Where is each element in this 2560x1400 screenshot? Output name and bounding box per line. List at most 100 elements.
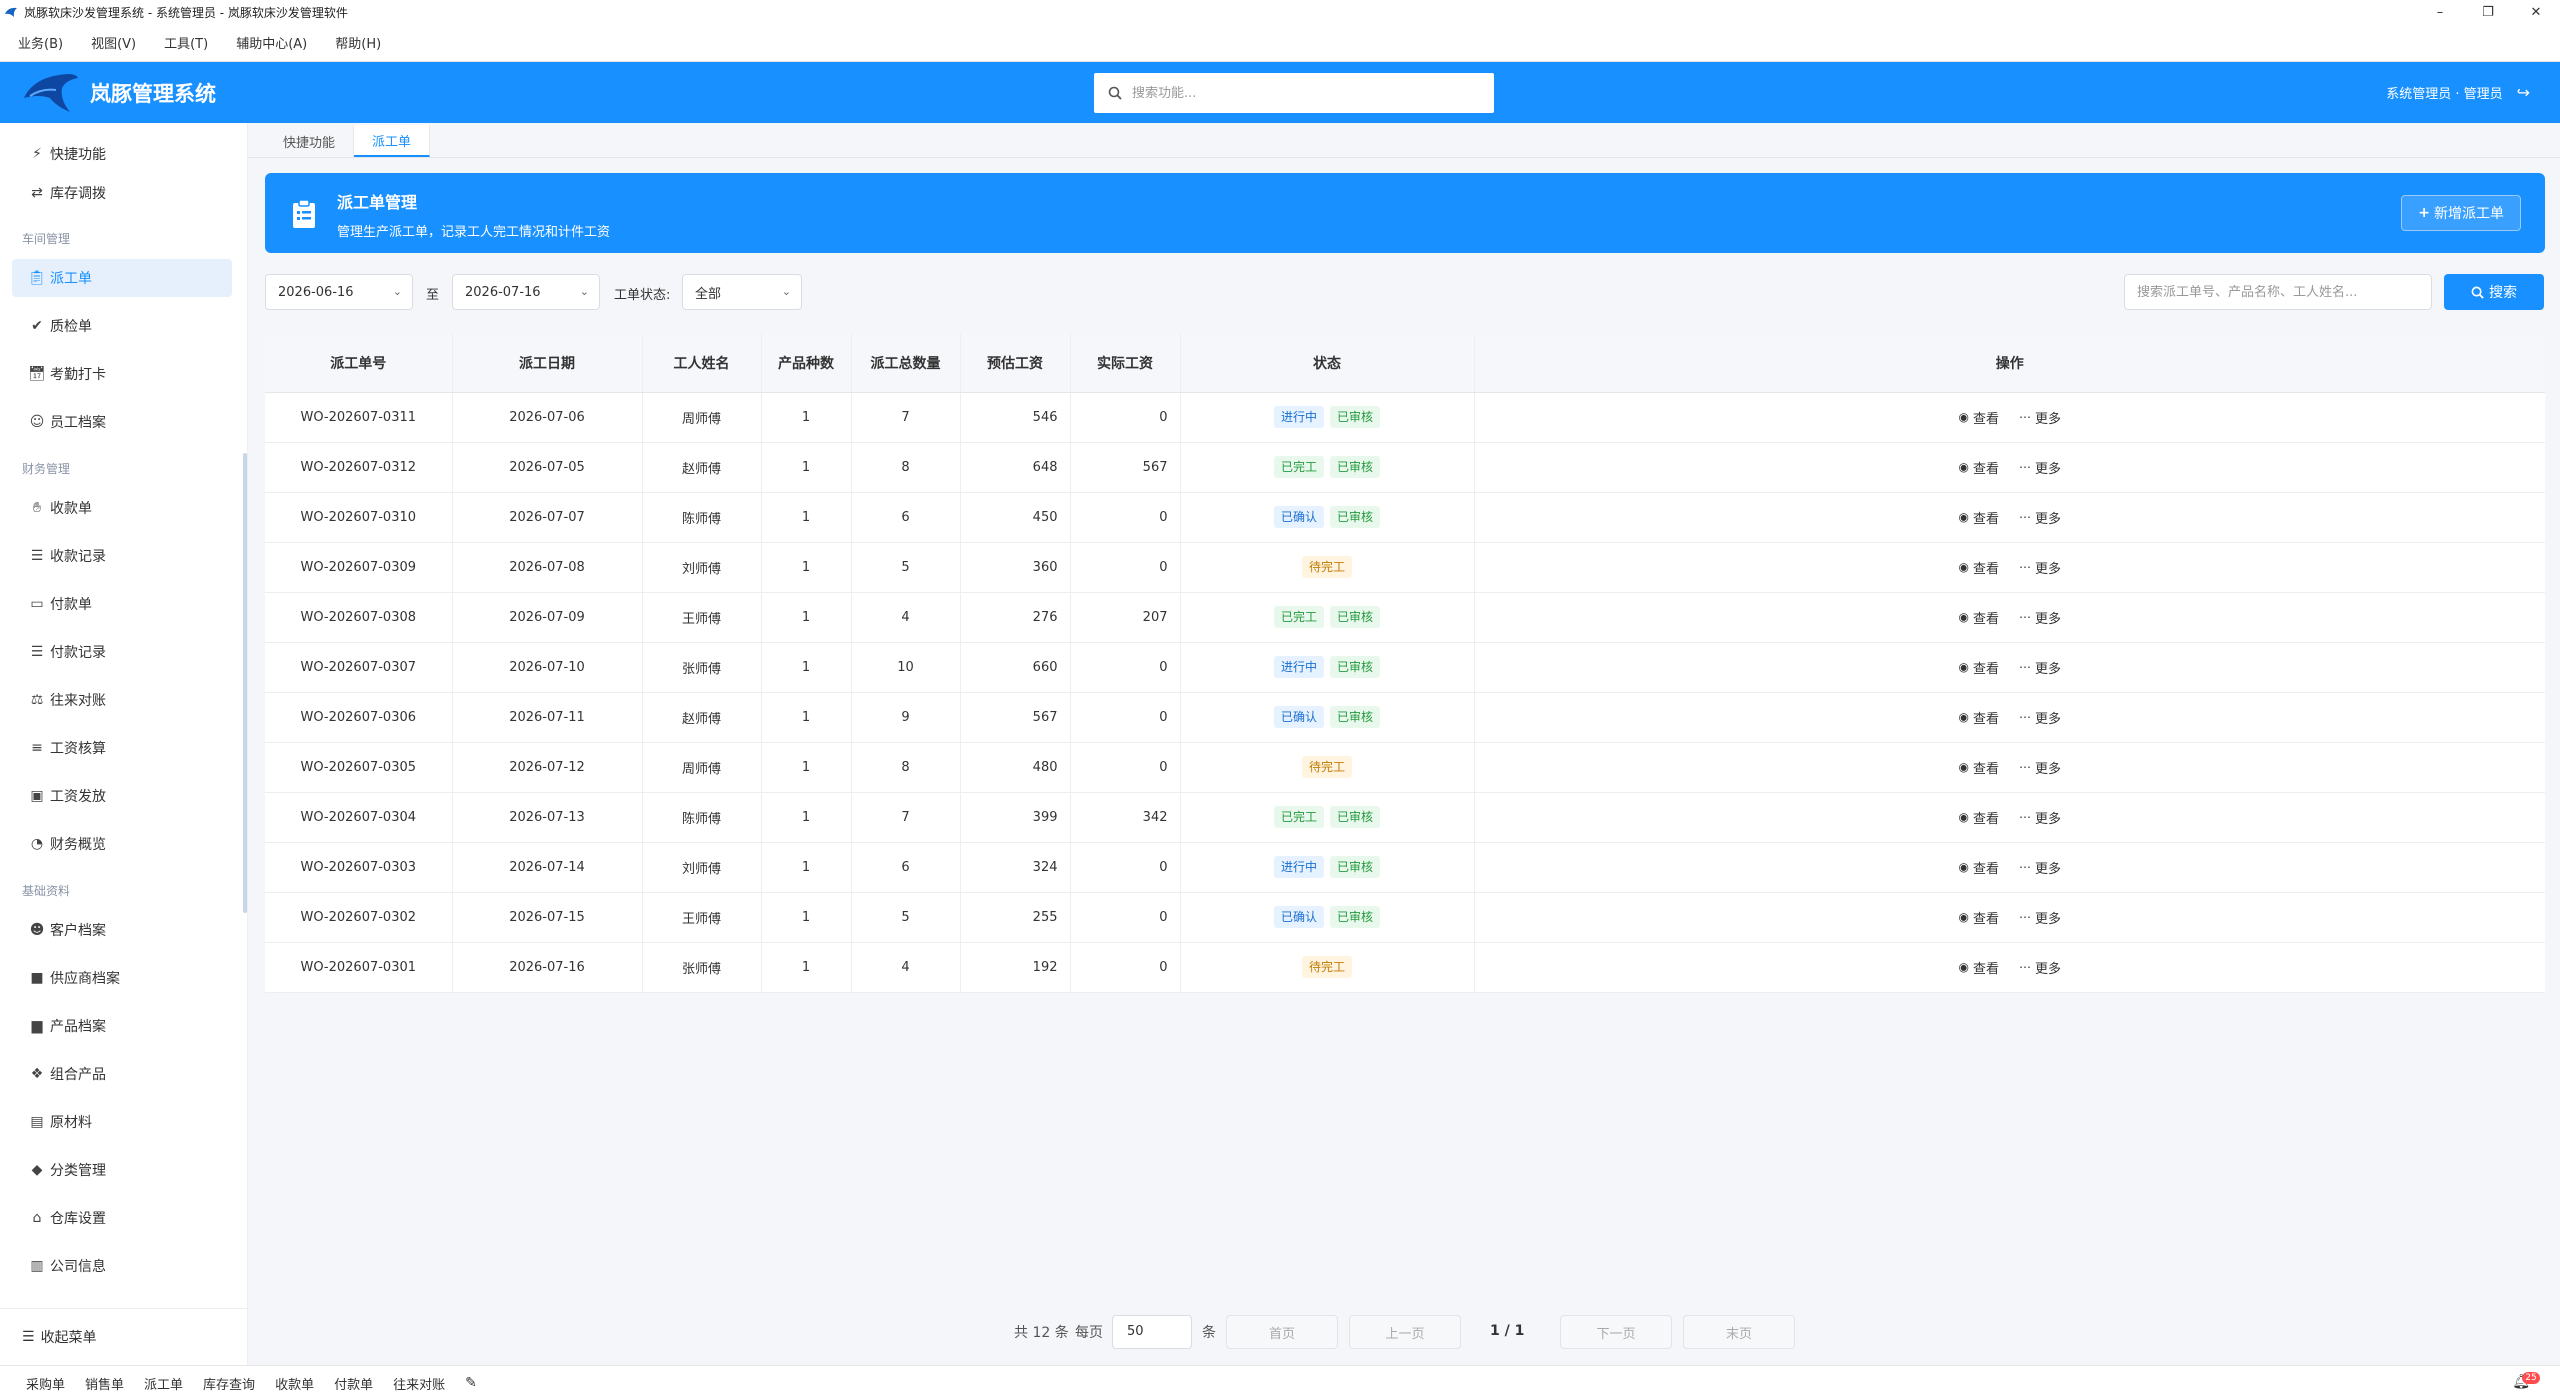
view-button[interactable]: ◉ 查看 [1958, 658, 1999, 677]
sidebar-item-receipt-records[interactable]: ☰ 收款记录 [12, 537, 232, 575]
table-row[interactable]: WO-202607-0309 2026-07-08 刘师傅 1 5 360 0 待完工 ◉ 查看 ⋯… [265, 542, 2545, 593]
new-dispatch-button[interactable]: + 新增派工单 [2401, 195, 2521, 231]
footer-purchase[interactable]: 采购单 [26, 1374, 65, 1393]
col-header-kinds[interactable]: 产品种数 [761, 334, 852, 393]
sidebar-item-bundles[interactable]: ❖ 组合产品 [12, 1055, 232, 1093]
sidebar-item-quick[interactable]: ⚡︎ 快捷功能 [12, 135, 232, 173]
view-button[interactable]: ◉ 查看 [1958, 858, 1999, 877]
col-header-worker[interactable]: 工人姓名 [642, 334, 762, 393]
menu-view[interactable]: 视图(V) [91, 33, 136, 52]
sidebar-item-company[interactable]: ▥ 公司信息 [12, 1247, 232, 1285]
view-button[interactable]: ◉ 查看 [1958, 408, 1999, 427]
sidebar-item-categories[interactable]: ◆ 分类管理 [12, 1151, 232, 1189]
sidebar-scrollbar[interactable] [243, 453, 247, 913]
menu-help[interactable]: 帮助(H) [335, 33, 381, 52]
search-button[interactable]: 搜索 [2444, 274, 2544, 310]
col-header-date[interactable]: 派工日期 [452, 334, 643, 393]
sidebar-item-payment-records[interactable]: ☰ 付款记录 [12, 633, 232, 671]
col-header-qty[interactable]: 派工总数量 [851, 334, 961, 393]
view-button[interactable]: ◉ 查看 [1958, 808, 1999, 827]
function-search[interactable] [1094, 73, 1494, 113]
table-row[interactable]: WO-202607-0304 2026-07-13 陈师傅 1 7 399 342 已完工 已审… [265, 792, 2545, 843]
edit-shortcuts-icon[interactable]: ✎ [465, 1375, 477, 1391]
restore-button[interactable]: ❐ [2464, 0, 2512, 24]
table-row[interactable]: WO-202607-0301 2026-07-16 张师傅 1 4 192 0 待完工 ◉ 查看 ⋯… [265, 942, 2545, 993]
table-row[interactable]: WO-202607-0308 2026-07-09 王师傅 1 4 276 207 已完工 已审… [265, 592, 2545, 643]
footer-sales[interactable]: 销售单 [85, 1374, 124, 1393]
sidebar-item-suppliers[interactable]: ■ 供应商档案 [12, 959, 232, 997]
date-from-picker[interactable]: 2026-06-16 ⌄ [265, 274, 413, 310]
tab-dispatch[interactable]: 派工单 [354, 125, 431, 157]
tab-quick[interactable]: 快捷功能 [265, 125, 355, 157]
status-filter-select[interactable]: 全部 ⌄ [682, 274, 802, 310]
more-button[interactable]: ⋯ 更多 [2019, 558, 2061, 577]
prev-page-button[interactable]: 上一页 [1349, 1315, 1461, 1349]
table-row[interactable]: WO-202607-0305 2026-07-12 周师傅 1 8 480 0 待完工 ◉ 查看 ⋯… [265, 742, 2545, 793]
sidebar-item-receipt[interactable]: ✋︎ 收款单 [12, 489, 232, 527]
view-button[interactable]: ◉ 查看 [1958, 908, 1999, 927]
table-row[interactable]: WO-202607-0303 2026-07-14 刘师傅 1 6 324 0 进行中 已审核 ◉… [265, 842, 2545, 893]
sidebar-item-quality[interactable]: ✔ 质检单 [12, 307, 232, 345]
sidebar-item-materials[interactable]: ▤ 原材料 [12, 1103, 232, 1141]
sidebar-item-customers[interactable]: ☻ 客户档案 [12, 911, 232, 949]
table-row[interactable]: WO-202607-0302 2026-07-15 王师傅 1 5 255 0 已确认 已审核 ◉… [265, 892, 2545, 943]
view-button[interactable]: ◉ 查看 [1958, 458, 1999, 477]
sidebar-item-attendance[interactable]: 📅︎ 考勤打卡 [12, 355, 232, 393]
view-button[interactable]: ◉ 查看 [1958, 758, 1999, 777]
sidebar-item-dispatch[interactable]: 📋︎ 派工单 [12, 259, 232, 297]
table-row[interactable]: WO-202607-0306 2026-07-11 赵师傅 1 9 567 0 已确认 已审核 ◉… [265, 692, 2545, 743]
table-row[interactable]: WO-202607-0311 2026-07-06 周师傅 1 7 546 0 进行中 已审核 ◉… [265, 392, 2545, 443]
sidebar-item-reconcile[interactable]: ⚖ 往来对账 [12, 681, 232, 719]
per-page-input[interactable]: 50 [1112, 1315, 1192, 1349]
more-button[interactable]: ⋯ 更多 [2019, 808, 2061, 827]
keyword-search-input[interactable] [2137, 284, 2427, 300]
more-button[interactable]: ⋯ 更多 [2019, 708, 2061, 727]
sidebar-item-payroll[interactable]: ≡ 工资核算 [12, 729, 232, 767]
sidebar-item-products[interactable]: ▆ 产品档案 [12, 1007, 232, 1045]
logout-icon[interactable]: ↪ [2517, 83, 2530, 102]
col-header-id[interactable]: 派工单号 [265, 334, 453, 393]
keyword-search-field[interactable] [2124, 274, 2432, 310]
more-button[interactable]: ⋯ 更多 [2019, 508, 2061, 527]
date-to-picker[interactable]: 2026-07-16 ⌄ [452, 274, 600, 310]
more-button[interactable]: ⋯ 更多 [2019, 608, 2061, 627]
more-button[interactable]: ⋯ 更多 [2019, 958, 2061, 977]
close-button[interactable]: ✕ [2512, 0, 2560, 24]
minimize-button[interactable]: – [2416, 0, 2464, 24]
sidebar-item-transfer[interactable]: ⇄ 库存调拨 [12, 174, 232, 212]
view-button[interactable]: ◉ 查看 [1958, 708, 1999, 727]
table-row[interactable]: WO-202607-0312 2026-07-05 赵师傅 1 8 648 567 已完工 已审… [265, 442, 2545, 493]
last-page-button[interactable]: 末页 [1683, 1315, 1795, 1349]
more-button[interactable]: ⋯ 更多 [2019, 858, 2061, 877]
sidebar-item-finance-overview[interactable]: ◔ 财务概览 [12, 825, 232, 863]
menu-business[interactable]: 业务(B) [18, 33, 63, 52]
table-row[interactable]: WO-202607-0307 2026-07-10 张师傅 1 10 660 0 进行中 已审核… [265, 642, 2545, 693]
footer-inventory[interactable]: 库存查询 [203, 1374, 255, 1393]
view-button[interactable]: ◉ 查看 [1958, 558, 1999, 577]
col-header-actual-wage[interactable]: 实际工资 [1070, 334, 1181, 393]
col-header-status[interactable]: 状态 [1180, 334, 1475, 393]
footer-reconcile[interactable]: 往来对账 [393, 1374, 445, 1393]
menu-assist[interactable]: 辅助中心(A) [236, 33, 307, 52]
next-page-button[interactable]: 下一页 [1560, 1315, 1672, 1349]
first-page-button[interactable]: 首页 [1226, 1315, 1338, 1349]
footer-dispatch[interactable]: 派工单 [144, 1374, 183, 1393]
sidebar-item-warehouse[interactable]: ⌂ 仓库设置 [12, 1199, 232, 1237]
view-button[interactable]: ◉ 查看 [1958, 958, 1999, 977]
sidebar-item-salary-payout[interactable]: ▣ 工资发放 [12, 777, 232, 815]
more-button[interactable]: ⋯ 更多 [2019, 458, 2061, 477]
more-button[interactable]: ⋯ 更多 [2019, 908, 2061, 927]
sidebar-item-payment[interactable]: ▭ 付款单 [12, 585, 232, 623]
more-button[interactable]: ⋯ 更多 [2019, 658, 2061, 677]
view-button[interactable]: ◉ 查看 [1958, 508, 1999, 527]
table-row[interactable]: WO-202607-0310 2026-07-07 陈师傅 1 6 450 0 已确认 已审核 ◉… [265, 492, 2545, 543]
col-header-est-wage[interactable]: 预估工资 [960, 334, 1071, 393]
function-search-input[interactable] [1132, 85, 1472, 101]
more-button[interactable]: ⋯ 更多 [2019, 408, 2061, 427]
bell-icon[interactable]: 🔔︎ 25 [2512, 1372, 2540, 1390]
sidebar-item-employees[interactable]: ☺ 员工档案 [12, 403, 232, 441]
footer-receipt[interactable]: 收款单 [275, 1374, 314, 1393]
more-button[interactable]: ⋯ 更多 [2019, 758, 2061, 777]
view-button[interactable]: ◉ 查看 [1958, 608, 1999, 627]
footer-payment[interactable]: 付款单 [334, 1374, 373, 1393]
